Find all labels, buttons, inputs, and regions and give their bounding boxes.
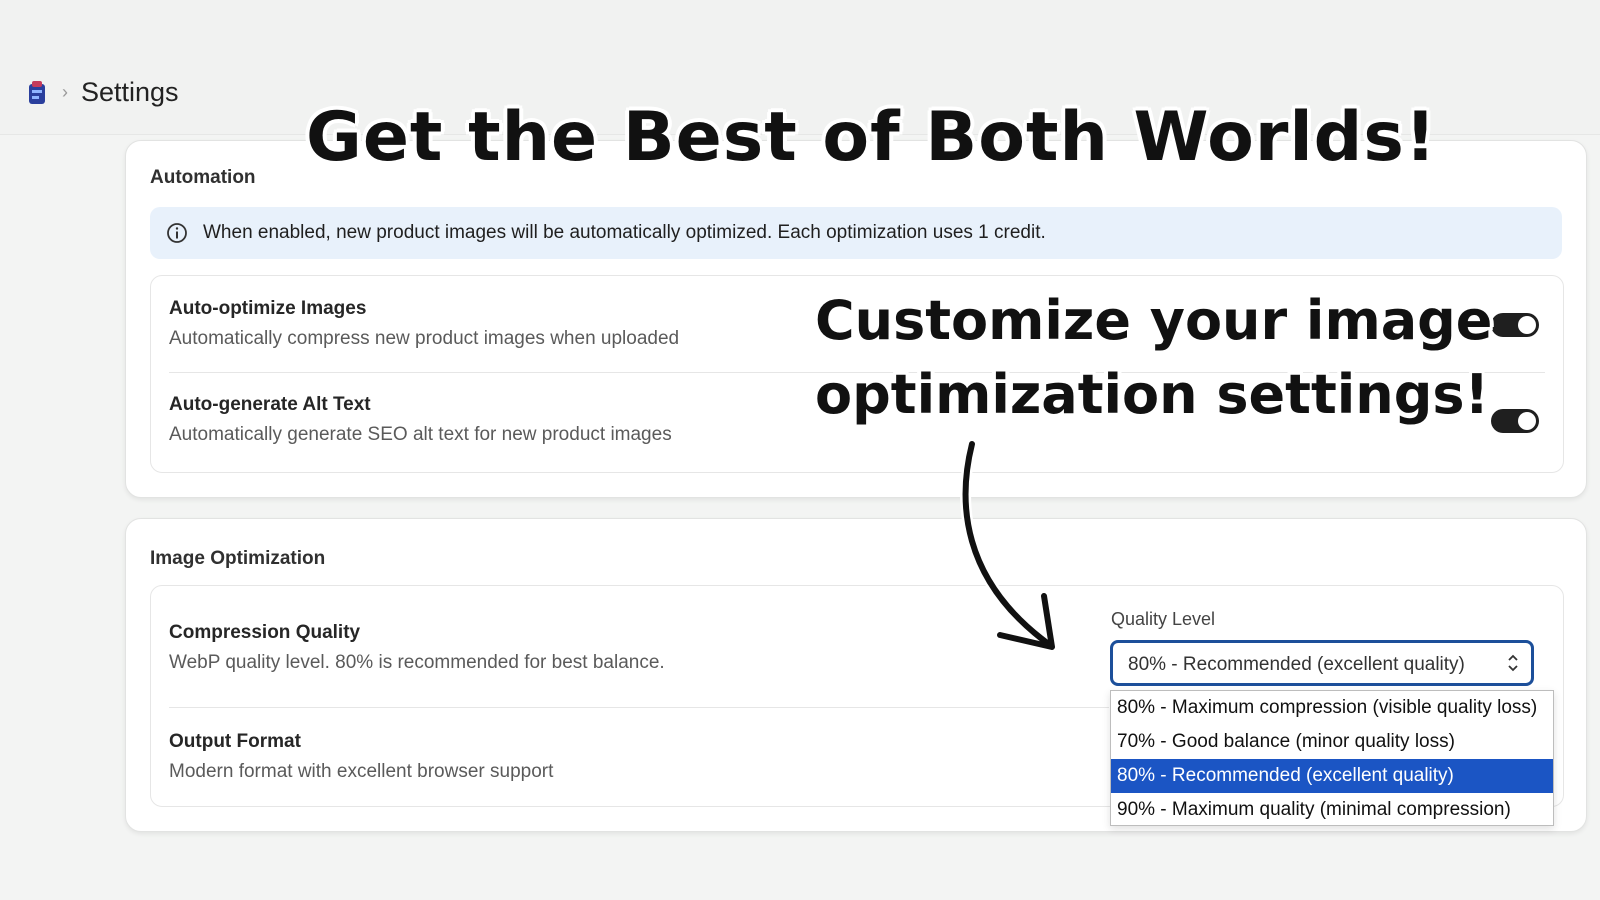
compression-quality-title: Compression Quality (169, 622, 361, 643)
auto-optimize-description: Automatically compress new product image… (169, 328, 680, 349)
quality-option-selected[interactable]: 80% - Recommended (excellent quality) (1111, 759, 1553, 793)
quality-option[interactable]: 70% - Good balance (minor quality loss) (1111, 725, 1553, 759)
auto-optimize-toggle[interactable] (1491, 313, 1539, 337)
promo-callout: Customize your image optimization settin… (815, 284, 1493, 432)
compression-quality-description: WebP quality level. 80% is recommended f… (169, 652, 665, 673)
page-title: Settings (81, 77, 179, 107)
info-icon (167, 223, 187, 243)
auto-alt-text-toggle[interactable] (1491, 409, 1539, 433)
curved-arrow-icon (960, 438, 1058, 653)
toggle-knob (1518, 316, 1536, 334)
promo-headline: Get the Best of Both Worlds! (306, 98, 1437, 177)
quality-level-value: 80% - Recommended (excellent quality) (1128, 654, 1465, 675)
app-logo-icon[interactable] (26, 80, 48, 106)
quality-option[interactable]: 80% - Maximum compression (visible quali… (1111, 691, 1553, 725)
quality-level-dropdown: 80% - Maximum compression (visible quali… (1110, 690, 1554, 826)
promo-callout-line: Customize your image (815, 289, 1493, 352)
quality-level-select[interactable]: 80% - Recommended (excellent quality) (1110, 640, 1534, 686)
output-format-title: Output Format (169, 731, 301, 752)
auto-optimize-title: Auto-optimize Images (169, 298, 367, 319)
quality-level-label: Quality Level (1111, 609, 1216, 629)
auto-alt-text-title: Auto-generate Alt Text (169, 394, 371, 415)
toggle-knob (1518, 412, 1536, 430)
info-banner: When enabled, new product images will be… (150, 207, 1562, 259)
breadcrumb-separator: › (62, 82, 68, 102)
row-divider (169, 707, 1109, 708)
image-optimization-section-title: Image Optimization (150, 548, 326, 569)
chevron-up-down-icon (1508, 654, 1518, 672)
automation-section-title: Automation (150, 167, 256, 188)
quality-option[interactable]: 90% - Maximum quality (minimal compressi… (1111, 793, 1553, 827)
output-format-description: Modern format with excellent browser sup… (169, 761, 554, 782)
promo-callout-line: optimization settings! (815, 363, 1490, 426)
info-banner-text: When enabled, new product images will be… (203, 222, 1046, 243)
auto-alt-text-description: Automatically generate SEO alt text for … (169, 424, 672, 445)
